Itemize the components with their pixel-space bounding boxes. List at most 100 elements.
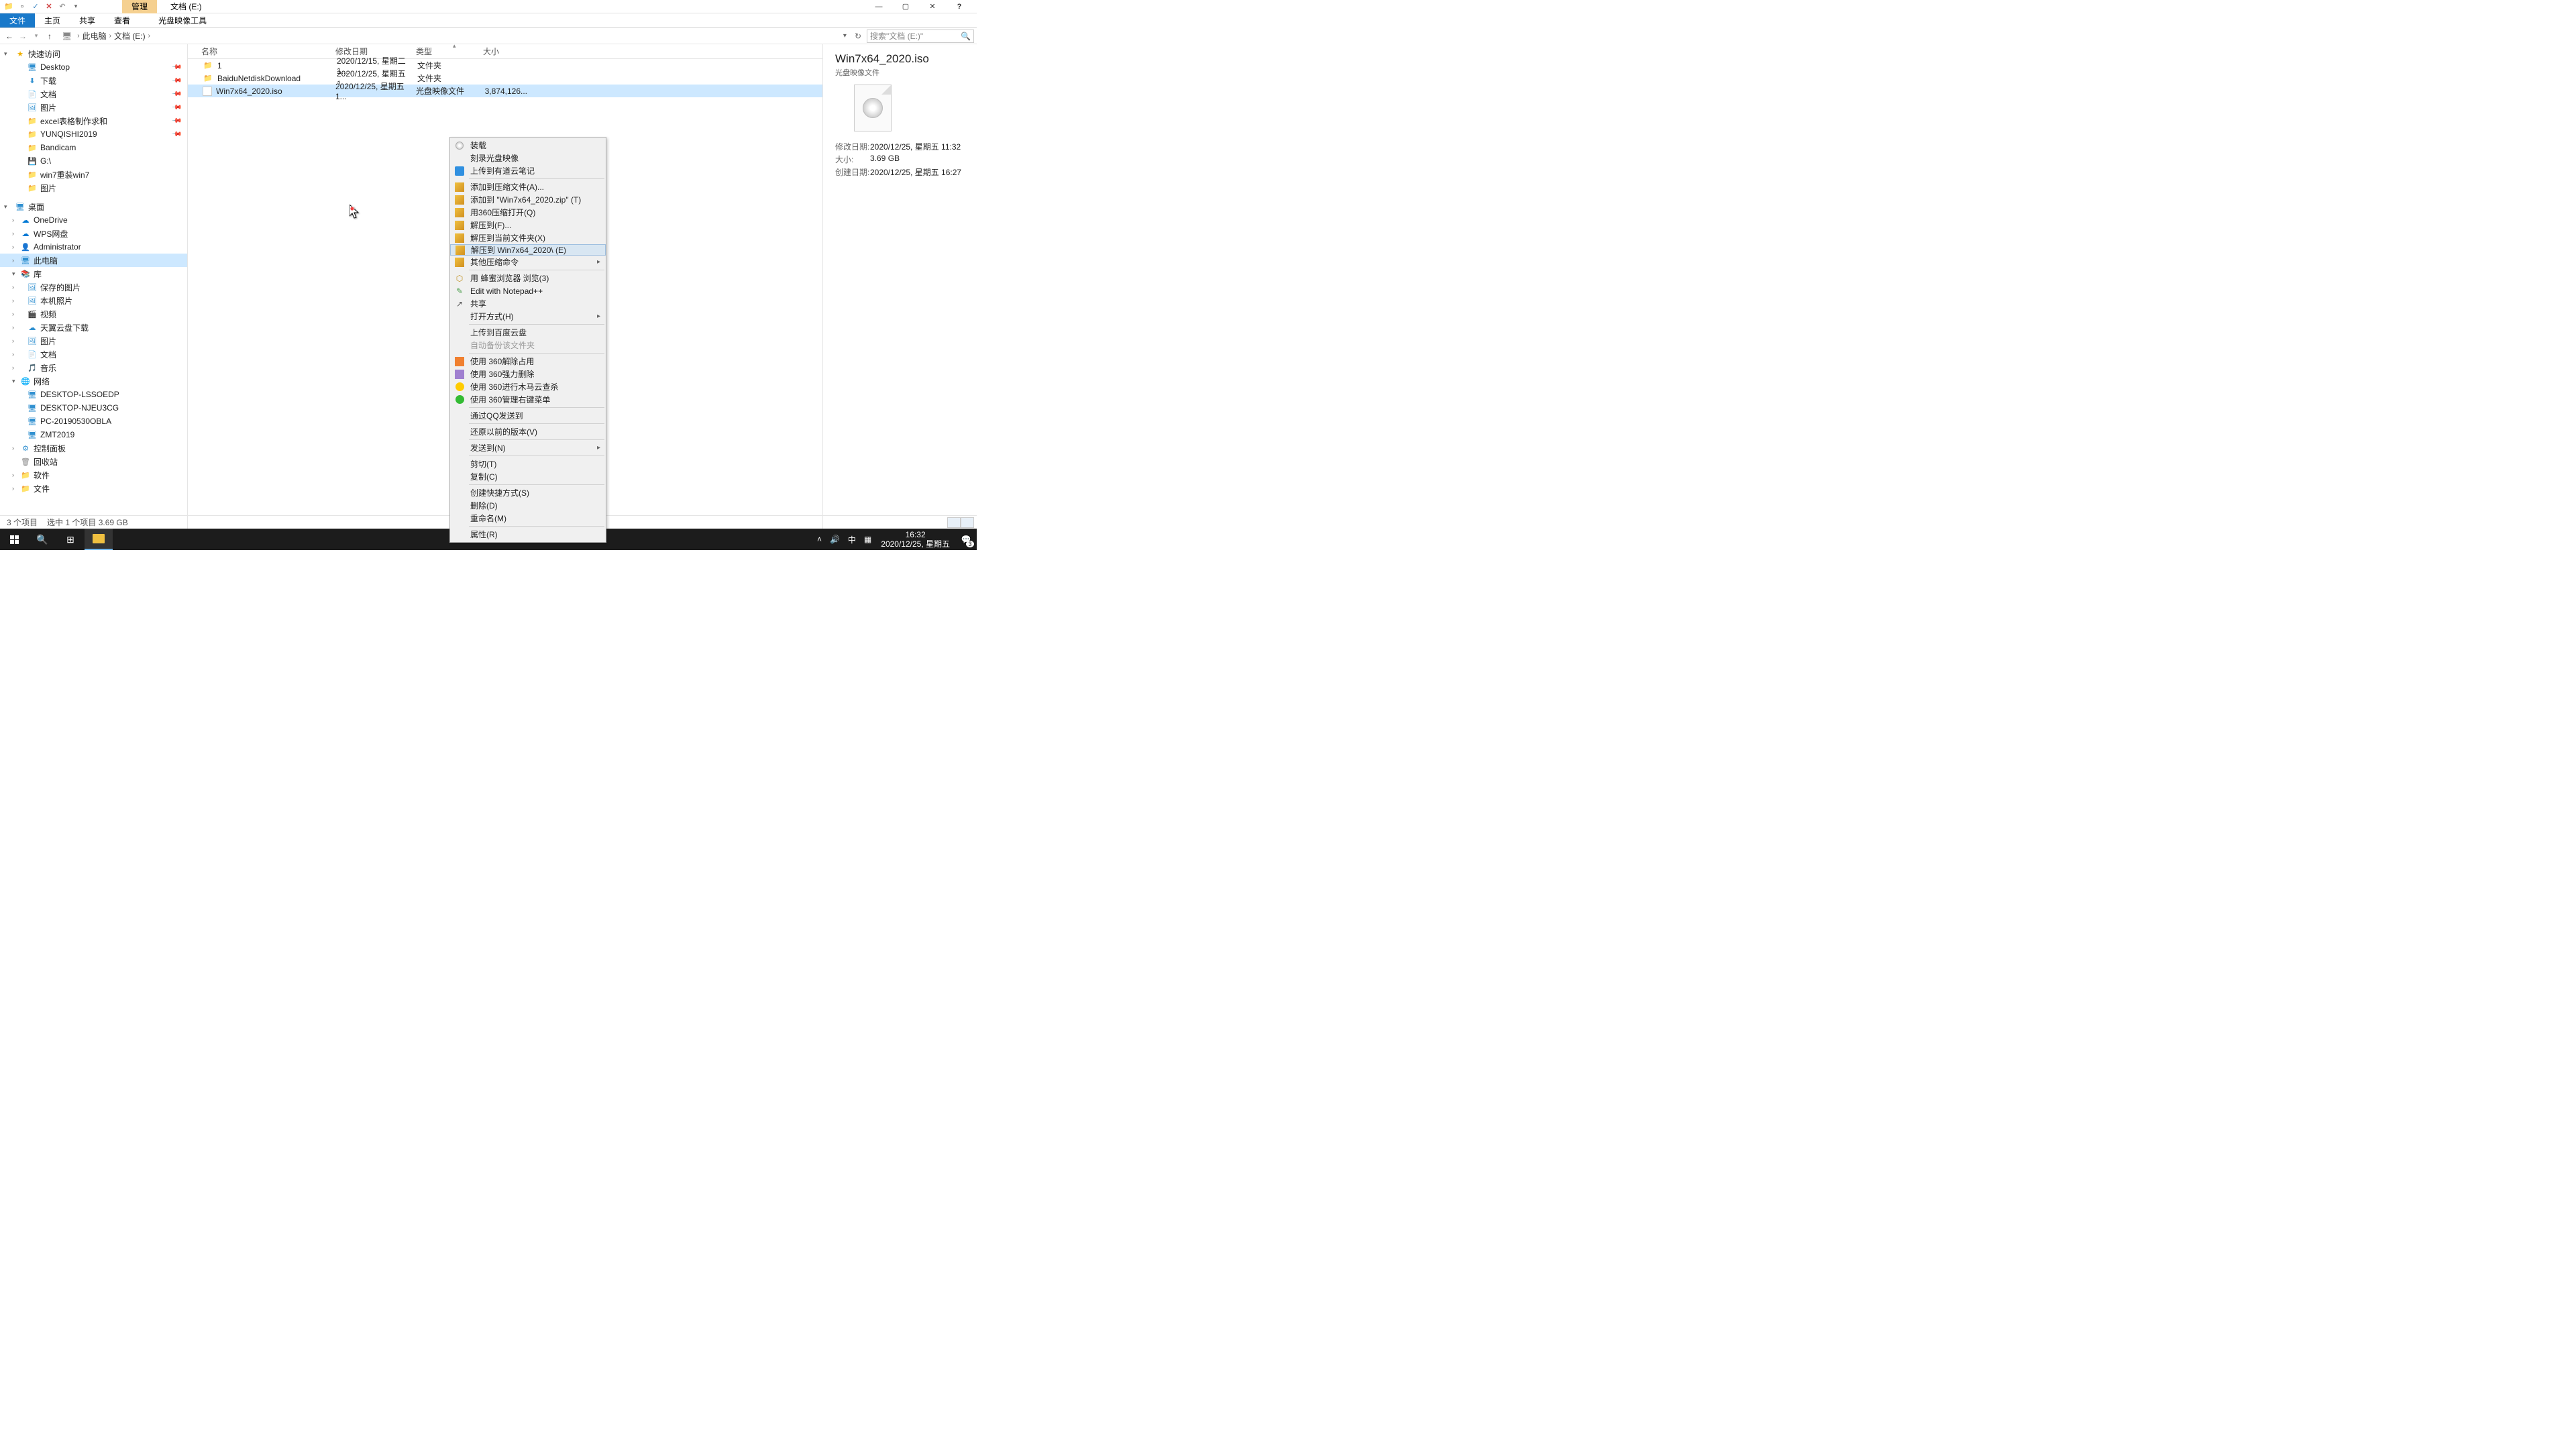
- ribbon-tab-share[interactable]: 共享: [70, 13, 105, 28]
- context-menu-item[interactable]: 解压到 Win7x64_2020\ (E): [450, 244, 606, 256]
- chevron-down-icon[interactable]: ▾: [4, 50, 7, 58]
- forward-button[interactable]: →: [16, 30, 30, 43]
- view-icons-button[interactable]: [961, 517, 974, 528]
- tree-administrator[interactable]: ›👤Administrator: [0, 240, 187, 254]
- notification-button[interactable]: 💬 3: [955, 529, 977, 550]
- up-button[interactable]: ↑: [43, 30, 56, 43]
- tray-chevron-icon[interactable]: ˄: [813, 535, 826, 544]
- tree-music[interactable]: ›🎵音乐: [0, 361, 187, 374]
- volume-icon[interactable]: 🔊: [826, 535, 844, 544]
- start-button[interactable]: [0, 529, 28, 550]
- context-menu-item[interactable]: 还原以前的版本(V): [450, 425, 606, 438]
- breadcrumb-drive[interactable]: 文档 (E:): [114, 30, 146, 42]
- tree-onedrive[interactable]: ›☁OneDrive: [0, 213, 187, 227]
- ribbon-tab-iso-tools[interactable]: 光盘映像工具: [149, 13, 216, 28]
- tree-pictures-3[interactable]: ›🖼图片: [0, 334, 187, 347]
- ribbon-tab-view[interactable]: 查看: [105, 13, 140, 28]
- tree-network[interactable]: ▾🌐网络: [0, 374, 187, 388]
- tree-pc2[interactable]: 🖥DESKTOP-NJEU3CG: [0, 401, 187, 415]
- tree-saved-pictures[interactable]: ›🖼保存的图片: [0, 280, 187, 294]
- column-name[interactable]: 名称▴: [188, 46, 335, 57]
- tree-control-panel[interactable]: ›⚙控制面板: [0, 441, 187, 455]
- qat-dropdown-icon[interactable]: ▾: [70, 1, 82, 13]
- context-menu-item[interactable]: 装载: [450, 139, 606, 152]
- chevron-right-icon[interactable]: ›: [12, 485, 14, 492]
- context-menu-item[interactable]: 使用 360解除占用: [450, 355, 606, 368]
- context-menu-item[interactable]: 其他压缩命令▸: [450, 256, 606, 268]
- chevron-right-icon[interactable]: ›: [12, 445, 14, 451]
- context-menu-item[interactable]: ⬡用 蜂蜜浏览器 浏览(3): [450, 272, 606, 284]
- chevron-right-icon[interactable]: ›: [12, 297, 14, 304]
- tree-pc4[interactable]: 🖥ZMT2019: [0, 428, 187, 441]
- tree-wps[interactable]: ›☁WPS网盘: [0, 227, 187, 240]
- tree-libraries[interactable]: ▾📚库: [0, 267, 187, 280]
- chevron-right-icon[interactable]: ›: [12, 472, 14, 478]
- save-icon[interactable]: ✓: [30, 1, 42, 13]
- tray-icon[interactable]: ▦: [860, 535, 875, 544]
- minimize-button[interactable]: —: [865, 0, 892, 13]
- chevron-right-icon[interactable]: ›: [12, 257, 14, 264]
- chevron-down-icon[interactable]: ▾: [4, 203, 7, 211]
- explorer-taskbar-button[interactable]: [85, 529, 113, 550]
- list-row[interactable]: 📁 BaiduNetdiskDownload 2020/12/25, 星期五 1…: [188, 72, 822, 85]
- task-view-button[interactable]: ⊞: [56, 529, 85, 550]
- tree-pictures-2[interactable]: 📁图片: [0, 181, 187, 195]
- tree-files[interactable]: ›📁文件: [0, 482, 187, 495]
- tree-documents[interactable]: 📄文档📌: [0, 87, 187, 101]
- chevron-right-icon[interactable]: ›: [12, 217, 14, 223]
- context-menu-item[interactable]: 上传到有道云笔记: [450, 164, 606, 177]
- chevron-right-icon[interactable]: ›: [12, 324, 14, 331]
- list-row-selected[interactable]: Win7x64_2020.iso 2020/12/25, 星期五 1... 光盘…: [188, 85, 822, 97]
- clock[interactable]: 16:32 2020/12/25, 星期五: [875, 530, 955, 549]
- chevron-right-icon[interactable]: ›: [12, 337, 14, 344]
- context-menu-item[interactable]: 解压到当前文件夹(X): [450, 231, 606, 244]
- chevron-right-icon[interactable]: ›: [12, 244, 14, 250]
- chevron-right-icon[interactable]: ›: [12, 311, 14, 317]
- app-icon[interactable]: ▫: [16, 1, 28, 13]
- undo-icon[interactable]: ↶: [56, 1, 68, 13]
- chevron-right-icon[interactable]: ›: [12, 351, 14, 358]
- context-menu-item[interactable]: 解压到(F)...: [450, 219, 606, 231]
- tree-pc3[interactable]: 🖥PC-20190530OBLA: [0, 415, 187, 428]
- context-menu-item[interactable]: ✎Edit with Notepad++: [450, 284, 606, 297]
- context-menu-item[interactable]: 添加到压缩文件(A)...: [450, 180, 606, 193]
- chevron-down-icon[interactable]: ▾: [12, 270, 15, 278]
- tree-tianyi[interactable]: ›☁天翼云盘下载: [0, 321, 187, 334]
- tree-software[interactable]: ›📁软件: [0, 468, 187, 482]
- context-menu-item[interactable]: 创建快捷方式(S): [450, 486, 606, 499]
- tree-excel-folder[interactable]: 📁excel表格制作求和📌: [0, 114, 187, 127]
- context-menu-item[interactable]: 属性(R): [450, 528, 606, 541]
- context-menu-item[interactable]: 复制(C): [450, 470, 606, 483]
- context-menu-item[interactable]: 打开方式(H)▸: [450, 310, 606, 323]
- address-dropdown-icon[interactable]: ▾: [841, 32, 849, 40]
- folder-icon[interactable]: 📁: [3, 1, 15, 13]
- tree-win7reinstall[interactable]: 📁win7重装win7: [0, 168, 187, 181]
- column-type[interactable]: 类型: [416, 46, 483, 57]
- tree-recycle-bin[interactable]: 🗑回收站: [0, 455, 187, 468]
- search-button[interactable]: 🔍: [28, 529, 56, 550]
- search-input[interactable]: 搜索"文档 (E:)" 🔍: [867, 30, 974, 43]
- list-row[interactable]: 📁 1 2020/12/15, 星期二 1... 文件夹: [188, 59, 822, 72]
- chevron-right-icon[interactable]: ›: [12, 230, 14, 237]
- context-menu-item[interactable]: 上传到百度云盘: [450, 326, 606, 339]
- tree-bandicam[interactable]: 📁Bandicam: [0, 141, 187, 154]
- tree-downloads[interactable]: ⬇下载📌: [0, 74, 187, 87]
- context-menu-item[interactable]: 添加到 "Win7x64_2020.zip" (T): [450, 193, 606, 206]
- tree-g-drive[interactable]: 💾G:\: [0, 154, 187, 168]
- context-menu-item[interactable]: 用360压缩打开(Q): [450, 206, 606, 219]
- context-menu-item[interactable]: 通过QQ发送到: [450, 409, 606, 422]
- tree-videos[interactable]: ›🎬视频: [0, 307, 187, 321]
- context-menu-item[interactable]: 使用 360强力删除: [450, 368, 606, 380]
- delete-icon[interactable]: ✕: [43, 1, 55, 13]
- context-menu-item[interactable]: 刻录光盘映像: [450, 152, 606, 164]
- chevron-down-icon[interactable]: ▾: [12, 378, 15, 385]
- breadcrumb-this-pc[interactable]: 此电脑: [83, 30, 107, 42]
- view-details-button[interactable]: [947, 517, 961, 528]
- context-menu-item[interactable]: 删除(D): [450, 499, 606, 512]
- tree-this-pc[interactable]: ›🖥此电脑: [0, 254, 187, 267]
- context-menu-item[interactable]: ↗共享: [450, 297, 606, 310]
- maximize-button[interactable]: ▢: [892, 0, 919, 13]
- column-size[interactable]: 大小: [483, 46, 530, 57]
- tree-desktop[interactable]: 🖥Desktop📌: [0, 60, 187, 74]
- chevron-right-icon[interactable]: ›: [12, 284, 14, 290]
